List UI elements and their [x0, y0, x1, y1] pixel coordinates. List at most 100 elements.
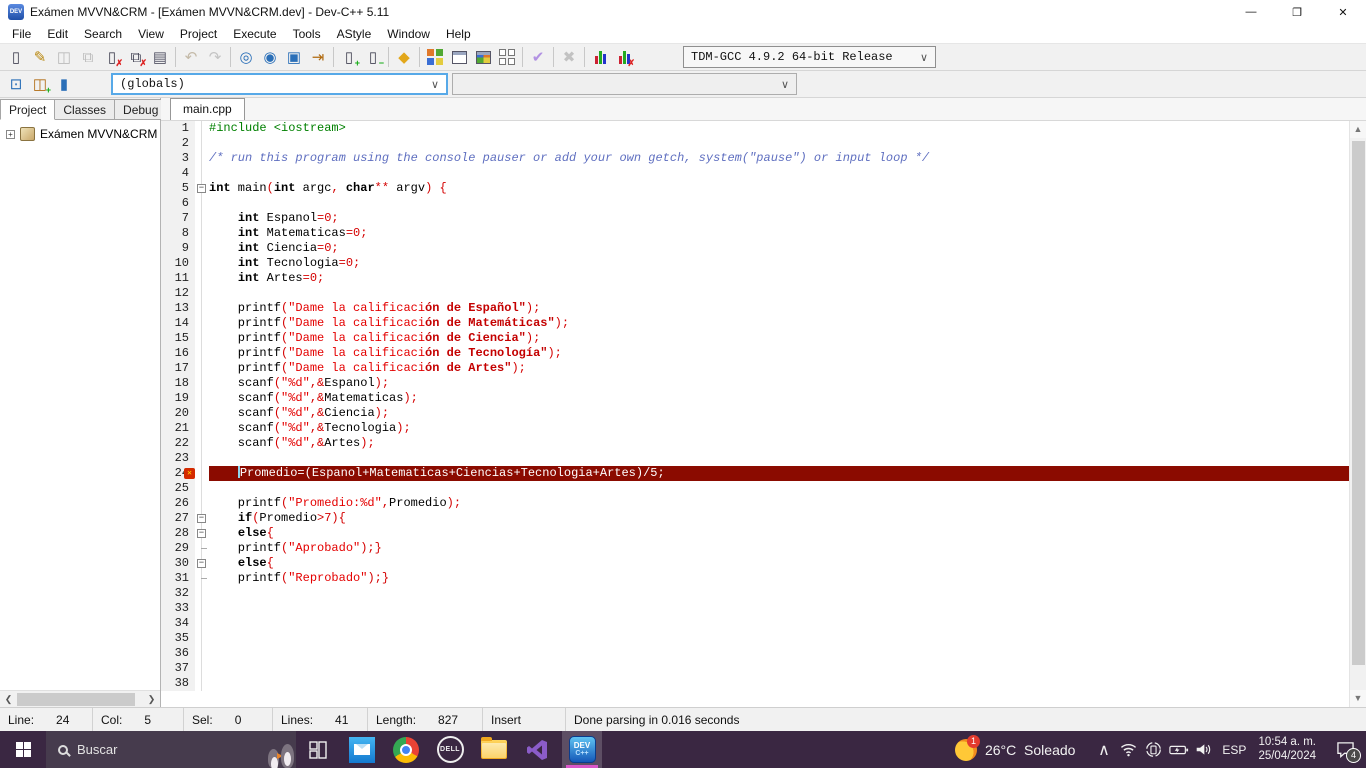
compile-run-button[interactable]: [471, 45, 495, 69]
language-indicator[interactable]: ESP: [1216, 743, 1252, 757]
tab-project[interactable]: Project: [0, 99, 55, 120]
fold-margin: [195, 676, 209, 691]
run-button[interactable]: [447, 45, 471, 69]
fold-margin: [195, 196, 209, 211]
tab-debug[interactable]: Debug: [115, 99, 167, 120]
visual-studio-button[interactable]: [518, 731, 558, 768]
fold-margin[interactable]: −: [195, 526, 209, 541]
profile-button[interactable]: [588, 45, 612, 69]
weather-widget[interactable]: 1 26°C Soleado: [955, 739, 1075, 761]
abort-compilation-button[interactable]: ✖: [557, 45, 581, 69]
new-file-button[interactable]: ▯: [4, 45, 28, 69]
project-icon: [20, 127, 35, 141]
swap-header-source-button[interactable]: ⇥: [306, 45, 330, 69]
toolbar-separator: [230, 47, 231, 67]
menu-view[interactable]: View: [130, 25, 172, 43]
fold-margin: [195, 406, 209, 421]
code-editor[interactable]: 1#include <iostream>23/* run this progra…: [161, 121, 1366, 707]
save-all-button[interactable]: ⧉: [76, 45, 100, 69]
globals-select[interactable]: (globals) ∨: [111, 73, 448, 95]
expand-icon[interactable]: +: [6, 130, 15, 139]
tray-expand-button[interactable]: ∧: [1091, 731, 1116, 768]
project-properties-button[interactable]: ◆: [392, 45, 416, 69]
windows-logo-icon: [16, 742, 31, 757]
menu-file[interactable]: File: [4, 25, 39, 43]
minimize-button[interactable]: —: [1228, 0, 1274, 24]
menu-help[interactable]: Help: [438, 25, 479, 43]
find-button[interactable]: ◎: [234, 45, 258, 69]
line-number: 12: [161, 286, 195, 301]
clock[interactable]: 10:54 a. m. 25/04/2024: [1258, 736, 1316, 763]
fold-margin: [195, 166, 209, 181]
compiler-select[interactable]: TDM-GCC 4.9.2 64-bit Release ∨: [683, 46, 936, 68]
battery-icon[interactable]: [1166, 731, 1191, 768]
task-view-button[interactable]: [298, 731, 338, 768]
toggle-bookmarks-button[interactable]: ▮: [52, 72, 76, 96]
fold-margin: [195, 256, 209, 271]
tab-classes[interactable]: Classes: [55, 99, 115, 120]
tab-main-cpp[interactable]: main.cpp: [170, 98, 245, 120]
compile-button[interactable]: [423, 45, 447, 69]
redo-button[interactable]: ↷: [203, 45, 227, 69]
hscroll-thumb[interactable]: [17, 693, 135, 706]
vscroll-thumb[interactable]: [1352, 141, 1365, 665]
scroll-left-icon[interactable]: ❮: [0, 694, 17, 705]
close-all-button[interactable]: ⧉✗: [124, 45, 148, 69]
menu-search[interactable]: Search: [76, 25, 130, 43]
file-explorer-button[interactable]: [474, 731, 514, 768]
scroll-right-icon[interactable]: ❯: [143, 694, 160, 705]
taskbar: Buscar DELL DEVC++ 1 26°C Soleado ∧: [0, 731, 1366, 768]
restore-button[interactable]: ❐: [1274, 0, 1320, 24]
menu-window[interactable]: Window: [379, 25, 438, 43]
chevron-down-icon: ∨: [920, 51, 928, 64]
project-panel-hscrollbar[interactable]: ❮ ❯: [0, 690, 160, 707]
fold-margin: [195, 361, 209, 376]
menu-execute[interactable]: Execute: [225, 25, 284, 43]
editor-vscrollbar[interactable]: ▲ ▼: [1349, 121, 1366, 707]
taskbar-search[interactable]: Buscar: [46, 731, 296, 768]
menu-tools[interactable]: Tools: [285, 25, 329, 43]
undo-button[interactable]: ↶: [179, 45, 203, 69]
toolbar-separator: [388, 47, 389, 67]
syntax-check-button[interactable]: ✔: [526, 45, 550, 69]
volume-icon[interactable]: [1191, 731, 1216, 768]
line-number: 18: [161, 376, 195, 391]
chrome-app-button[interactable]: [386, 731, 426, 768]
project-tree-root[interactable]: + Exámen MVVN&CRM: [2, 127, 158, 141]
goto-declaration-button[interactable]: ⊡: [4, 72, 28, 96]
save-button[interactable]: ◫: [52, 45, 76, 69]
line-number: 23: [161, 451, 195, 466]
new-source-file-button[interactable]: ◫+: [28, 72, 52, 96]
line-number: 15: [161, 331, 195, 346]
add-to-project-button[interactable]: ▯+: [337, 45, 361, 69]
menu-edit[interactable]: Edit: [39, 25, 76, 43]
print-button[interactable]: ▤: [148, 45, 172, 69]
menu-project[interactable]: Project: [172, 25, 225, 43]
clock-time: 10:54 a. m.: [1258, 736, 1316, 750]
close-button[interactable]: ✕: [1320, 0, 1366, 24]
dell-app-button[interactable]: DELL: [430, 731, 470, 768]
fold-margin[interactable]: −: [195, 511, 209, 526]
fold-margin: [195, 661, 209, 676]
open-file-button[interactable]: ✎: [28, 45, 52, 69]
menu-astyle[interactable]: AStyle: [329, 25, 380, 43]
replace-button[interactable]: ◉: [258, 45, 282, 69]
fold-margin: [195, 601, 209, 616]
line-number: 9: [161, 241, 195, 256]
close-file-button[interactable]: ▯✗: [100, 45, 124, 69]
members-select[interactable]: ∨: [452, 73, 797, 95]
start-button[interactable]: [0, 731, 46, 768]
rebuild-all-button[interactable]: [495, 45, 519, 69]
remove-from-project-button[interactable]: ▯−: [361, 45, 385, 69]
fold-margin[interactable]: −: [195, 181, 209, 196]
mail-app-button[interactable]: [342, 731, 382, 768]
scroll-up-icon[interactable]: ▲: [1350, 121, 1366, 138]
scroll-down-icon[interactable]: ▼: [1350, 690, 1366, 707]
notification-center-button[interactable]: 4: [1324, 731, 1366, 768]
profile-delete-button[interactable]: ✗: [612, 45, 636, 69]
wifi-icon[interactable]: [1116, 731, 1141, 768]
goto-line-button[interactable]: ▣: [282, 45, 306, 69]
your-phone-icon[interactable]: [1141, 731, 1166, 768]
fold-margin[interactable]: −: [195, 556, 209, 571]
devcpp-app-button[interactable]: DEVC++: [562, 731, 602, 768]
